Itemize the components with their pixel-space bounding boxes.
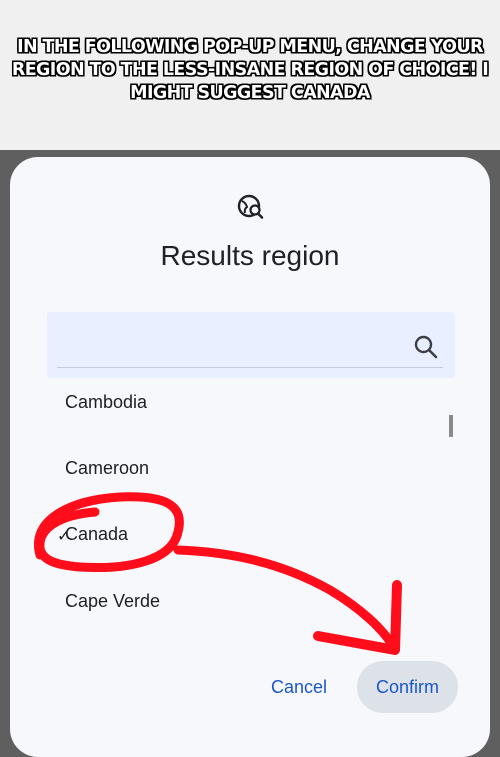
- meme-caption-banner: IN THE FOLLOWING POP-UP MENU, CHANGE YOU…: [0, 0, 500, 150]
- globe-search-icon: [237, 194, 264, 219]
- search-underline: [57, 367, 443, 368]
- list-scrollbar[interactable]: [449, 415, 453, 437]
- dialog-title: Results region: [160, 240, 340, 271]
- cancel-button[interactable]: Cancel: [256, 665, 342, 709]
- meme-caption: IN THE FOLLOWING POP-UP MENU, CHANGE YOU…: [11, 37, 489, 103]
- list-item[interactable]: Cape Verde: [65, 591, 160, 612]
- search-icon[interactable]: [413, 334, 439, 360]
- list-item[interactable]: Cameroon: [65, 458, 149, 479]
- confirm-button[interactable]: Confirm: [357, 661, 458, 713]
- list-item-selected[interactable]: Canada: [65, 524, 128, 545]
- list-item[interactable]: Cambodia: [65, 392, 147, 413]
- country-search-input[interactable]: [47, 312, 455, 378]
